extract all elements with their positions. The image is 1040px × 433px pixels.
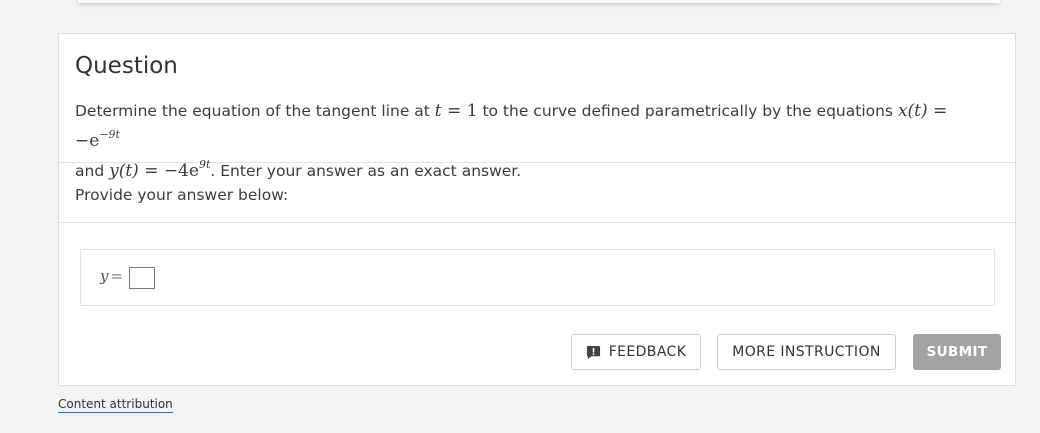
more-instruction-label: MORE INSTRUCTION — [732, 344, 881, 360]
previous-card-edge — [78, 0, 1000, 3]
submit-button[interactable]: SUBMIT — [913, 334, 1001, 370]
answer-y-label: y = — [100, 267, 123, 285]
answer-eq-sign: = — [110, 267, 124, 285]
question-card: Question Determine the equation of the t… — [58, 33, 1016, 386]
math-t: t — [434, 101, 442, 121]
question-section: Question Determine the equation of the t… — [59, 34, 1015, 181]
feedback-button[interactable]: FEEDBACK — [571, 334, 701, 370]
math-t-value: = 1 — [441, 101, 478, 121]
more-instruction-button[interactable]: MORE INSTRUCTION — [717, 334, 896, 370]
answer-y-var: y — [100, 267, 109, 285]
question-title: Question — [75, 53, 178, 79]
math-x-exponent: −9t — [99, 128, 120, 141]
content-attribution-link[interactable]: Content attribution — [58, 397, 173, 413]
answer-area: y = — [80, 249, 995, 306]
feedback-icon — [586, 345, 600, 359]
answer-prompt: Provide your answer below: — [75, 186, 289, 204]
submit-button-label: SUBMIT — [926, 344, 988, 360]
math-x-func: x(t) — [897, 101, 928, 121]
question-text-part: Determine the equation of the tangent li… — [75, 102, 435, 120]
answer-input[interactable] — [129, 267, 155, 289]
feedback-button-label: FEEDBACK — [608, 344, 687, 360]
answer-prompt-section: Provide your answer below: — [59, 162, 1015, 223]
question-text-part: to the curve defined parametrically by t… — [477, 102, 898, 120]
